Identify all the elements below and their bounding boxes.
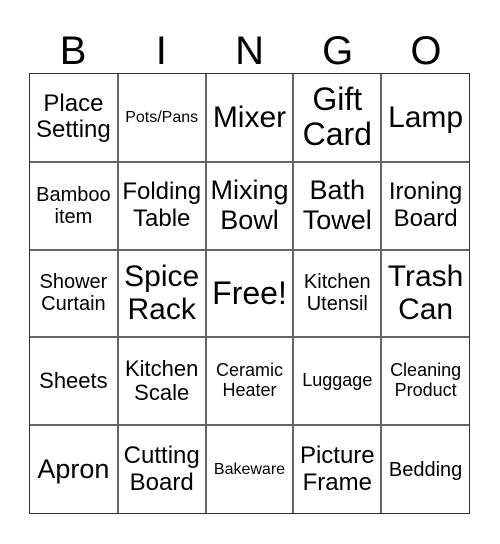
header-letter-b: B: [59, 29, 87, 73]
bingo-cell[interactable]: Bath Towel: [293, 161, 382, 250]
bingo-cell[interactable]: Place Setting: [30, 74, 118, 162]
bingo-cell[interactable]: Bedding: [381, 425, 469, 513]
header-letter-i: I: [155, 29, 167, 73]
bingo-cell[interactable]: Sheets: [30, 337, 118, 426]
bingo-cell[interactable]: Kitchen Scale: [117, 337, 206, 426]
bingo-cell[interactable]: Cutting Board: [117, 425, 206, 513]
bingo-cell[interactable]: Gift Card: [293, 74, 382, 162]
bingo-cell[interactable]: Spice Rack: [117, 249, 206, 338]
bingo-cell[interactable]: Cleaning Product: [381, 337, 469, 426]
bingo-cell[interactable]: Apron: [30, 425, 118, 513]
bingo-cell[interactable]: Lamp: [381, 74, 469, 162]
bingo-cell[interactable]: Luggage: [293, 337, 382, 426]
bingo-cell[interactable]: Bakeware: [205, 425, 294, 513]
bingo-cell[interactable]: Trash Can: [381, 249, 469, 338]
bingo-cell[interactable]: Mixing Bowl: [205, 161, 294, 250]
bingo-cell[interactable]: Shower Curtain: [30, 249, 118, 338]
bingo-cell[interactable]: Pots/Pans: [117, 74, 206, 162]
bingo-grid: Place Setting Pots/Pans Mixer Gift Card …: [29, 73, 470, 514]
bingo-cell[interactable]: Folding Table: [117, 161, 206, 250]
free-space-cell[interactable]: Free!: [205, 249, 294, 338]
header-letter-n: N: [235, 29, 264, 73]
header-letter-g: G: [322, 29, 354, 73]
header-letter-o: O: [410, 29, 442, 73]
bingo-cell[interactable]: Ironing Board: [381, 161, 469, 250]
bingo-cell[interactable]: Kitchen Utensil: [293, 249, 382, 338]
bingo-header: B I N G O: [29, 30, 470, 73]
bingo-cell[interactable]: Picture Frame: [293, 425, 382, 513]
bingo-cell[interactable]: Ceramic Heater: [205, 337, 294, 426]
bingo-cell[interactable]: Mixer: [205, 74, 294, 162]
bingo-cell[interactable]: Bamboo item: [30, 161, 118, 250]
